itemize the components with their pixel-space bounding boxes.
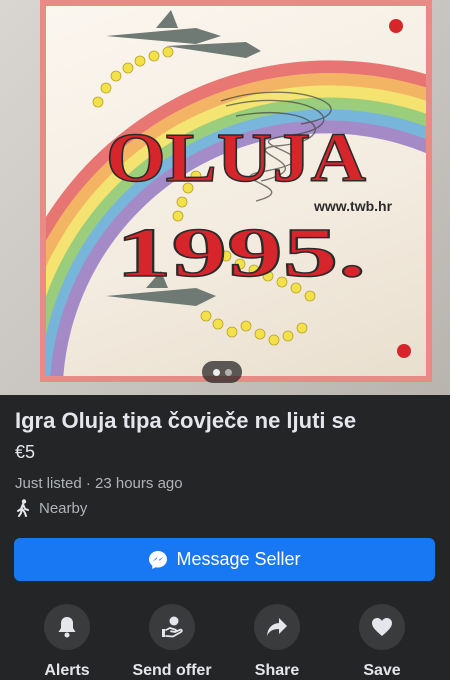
- board-illustration: OLUJA www.twb.hr 1995.: [46, 10, 426, 376]
- board-title-text: OLUJA: [106, 120, 366, 197]
- bell-icon: [58, 617, 76, 638]
- message-seller-button[interactable]: Message Seller: [14, 538, 435, 581]
- board-game-box: OLUJA www.twb.hr 1995.: [40, 0, 432, 382]
- listing-time: Just listed · 23 hours ago: [15, 475, 183, 492]
- messenger-icon: [149, 550, 168, 569]
- save-label: Save: [363, 662, 401, 679]
- listing-title: Igra Oluja tipa čovječe ne ljuti se: [15, 408, 357, 433]
- pager-dot: [224, 368, 232, 376]
- alerts-label: Alerts: [44, 662, 90, 679]
- send-offer-label: Send offer: [132, 662, 212, 679]
- message-seller-label: Message Seller: [176, 549, 301, 569]
- offer-hand-icon: [162, 616, 183, 638]
- photo-pager[interactable]: [202, 361, 242, 383]
- alerts-button[interactable]: [44, 604, 90, 650]
- send-offer-action[interactable]: Send offer: [127, 604, 217, 680]
- share-action[interactable]: Share: [232, 604, 322, 680]
- save-action[interactable]: Save: [337, 604, 427, 680]
- location-label: Nearby: [39, 499, 88, 517]
- board-year-text: 1995.: [116, 215, 366, 292]
- alerts-action[interactable]: Alerts: [22, 604, 112, 680]
- share-button[interactable]: [254, 604, 300, 650]
- listing-price: €5: [15, 442, 36, 462]
- save-button[interactable]: [359, 604, 405, 650]
- action-bar: Alerts Send offer Share Save: [0, 604, 450, 680]
- board-url-text: www.twb.hr: [313, 198, 393, 214]
- walking-person-icon: [17, 499, 29, 517]
- share-arrow-icon: [267, 618, 287, 636]
- heart-icon: [372, 618, 392, 636]
- send-offer-button[interactable]: [149, 604, 195, 650]
- pager-dot-active: [212, 368, 220, 376]
- listing-location[interactable]: Nearby: [15, 499, 87, 517]
- listing-photo[interactable]: OLUJA www.twb.hr 1995.: [0, 0, 450, 395]
- share-label: Share: [254, 662, 300, 679]
